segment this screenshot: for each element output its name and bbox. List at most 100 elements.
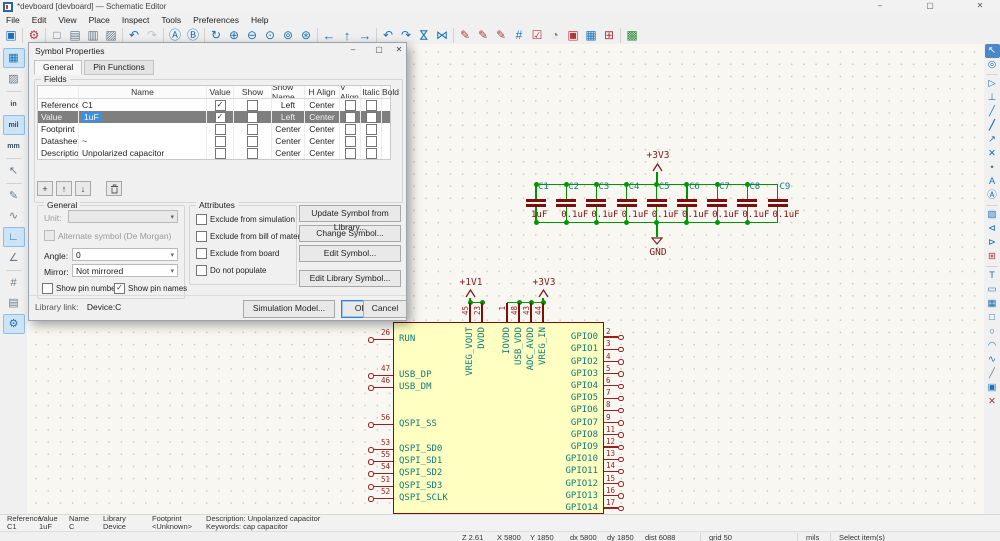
show-pin-numbers-checkbox[interactable]: Show pin numbers — [42, 283, 122, 294]
field-value[interactable]: Unpolarized capacitor — [79, 147, 207, 159]
move-up-button[interactable]: ↑ — [56, 181, 72, 196]
add-netclass-icon[interactable]: Ⓐ — [985, 189, 1000, 203]
dialog-title-bar[interactable]: Symbol Properties – ▢ ✕ — [29, 43, 406, 59]
minimize-button[interactable]: – — [867, 1, 893, 10]
mirror-select[interactable]: Not mirrored▾ — [72, 264, 178, 277]
menu-item[interactable]: Help — [245, 15, 274, 25]
add-bus-icon[interactable]: ╱ — [985, 119, 1000, 133]
Footprint[interactable]: Footprint Center Center — [38, 123, 390, 135]
checkbox[interactable] — [366, 136, 377, 147]
field-italic[interactable] — [340, 123, 361, 135]
angle-select[interactable]: 0▾ — [72, 248, 178, 261]
field-v-align[interactable]: Center — [305, 135, 340, 147]
add-label-icon[interactable]: A — [985, 175, 1000, 189]
checkbox[interactable] — [247, 148, 258, 159]
refresh-icon[interactable]: ↻ — [207, 27, 225, 44]
erc-icon[interactable]: ☑ — [528, 27, 546, 44]
zoom-objects-icon[interactable]: ⊚ — [279, 27, 297, 44]
add-text-icon[interactable]: T — [985, 269, 1000, 283]
hidden-pins-icon[interactable]: ✎ — [4, 187, 24, 205]
zoom-fit-icon[interactable]: ⊙ — [261, 27, 279, 44]
menu-item[interactable]: Tools — [155, 15, 187, 25]
field-show-name[interactable] — [234, 123, 272, 135]
save-icon[interactable]: ▣ — [2, 27, 20, 44]
field-value[interactable] — [79, 123, 207, 135]
checkbox[interactable] — [196, 214, 207, 225]
symbol-action-button[interactable]: Edit Symbol... — [299, 245, 401, 262]
find-icon[interactable]: Ⓐ — [166, 27, 184, 44]
checkbox[interactable] — [247, 100, 258, 111]
units-inches-icon[interactable]: in — [4, 95, 24, 113]
delete-field-button[interactable] — [106, 181, 122, 196]
hierarchy-navigator-icon[interactable]: ▤ — [4, 294, 24, 312]
checkbox[interactable] — [345, 148, 356, 159]
add-power-icon[interactable]: ⊥ — [985, 91, 1000, 105]
Datasheet[interactable]: Datasheet ~ Center Center — [38, 135, 390, 147]
checkbox[interactable] — [366, 100, 377, 111]
checkbox[interactable] — [345, 112, 356, 123]
close-button[interactable]: ✕ — [967, 1, 993, 10]
rotate-cw-icon[interactable]: ↷ — [397, 27, 415, 44]
field-show-name[interactable] — [234, 111, 272, 123]
undo-icon[interactable]: ↶ — [125, 27, 143, 44]
checkbox[interactable] — [215, 100, 226, 111]
checkbox[interactable] — [196, 248, 207, 259]
field-value[interactable]: C1 — [79, 99, 207, 111]
redo-icon[interactable]: ↷ — [143, 27, 161, 44]
checkbox[interactable] — [215, 136, 226, 147]
maximize-button[interactable]: ▢ — [917, 1, 943, 10]
field-italic[interactable] — [340, 99, 361, 111]
checkbox[interactable] — [345, 136, 356, 147]
field-italic[interactable] — [340, 111, 361, 123]
tab-pin-functions[interactable]: Pin Functions — [84, 60, 154, 75]
delete-tool-icon[interactable]: ✕ — [985, 395, 1000, 409]
field-show-name[interactable] — [234, 147, 272, 159]
add-hier-sheet-icon[interactable]: ▧ — [985, 208, 1000, 222]
add-hier-label-icon[interactable]: ⊲ — [985, 222, 1000, 236]
menu-item[interactable]: Inspect — [116, 15, 155, 25]
field-bold[interactable] — [361, 147, 382, 159]
highlight-net-icon[interactable]: ◎ — [985, 58, 1000, 72]
add-rectangle-icon[interactable]: □ — [985, 311, 1000, 325]
menu-item[interactable]: File — [0, 15, 26, 25]
show-grid-icon[interactable]: ▦ — [3, 48, 25, 68]
show-pin-names-checkbox[interactable]: Show pin names — [114, 283, 187, 294]
field-value[interactable]: 1uF — [79, 111, 207, 123]
checkbox[interactable] — [247, 136, 258, 147]
field-italic[interactable] — [340, 135, 361, 147]
checkbox[interactable] — [345, 124, 356, 135]
add-junction-icon[interactable]: • — [985, 161, 1000, 175]
simulation-model-button[interactable]: Simulation Model... — [243, 300, 335, 318]
field-show[interactable] — [207, 99, 234, 111]
add-field-button[interactable]: + — [37, 181, 53, 196]
find-replace-icon[interactable]: Ⓑ — [184, 27, 202, 44]
checkbox[interactable] — [215, 112, 226, 123]
dialog-close-button[interactable]: ✕ — [391, 45, 407, 54]
line-mode-free-icon[interactable]: ∿ — [4, 207, 24, 225]
move-down-button[interactable]: ↓ — [75, 181, 91, 196]
menu-item[interactable]: Preferences — [187, 15, 245, 25]
add-bezier-icon[interactable]: ∿ — [985, 353, 1000, 367]
zoom-selection-icon[interactable]: ⊛ — [297, 27, 315, 44]
tab-general[interactable]: General — [34, 60, 82, 75]
properties-panel-icon[interactable]: ⚙ — [3, 314, 25, 334]
field-show[interactable] — [207, 111, 234, 123]
symbol-fields-table-icon[interactable]: ▦ — [582, 27, 600, 44]
field-h-align[interactable]: Left — [272, 99, 305, 111]
pcb-editor-icon[interactable]: ▩ — [623, 27, 641, 44]
add-bus-entry-icon[interactable]: ↗ — [985, 133, 1000, 147]
add-global-label-icon[interactable]: ⊳ — [985, 236, 1000, 250]
print-icon[interactable]: ▤ — [66, 27, 84, 44]
add-circle-icon[interactable]: ○ — [985, 325, 1000, 339]
checkbox[interactable] — [114, 283, 125, 294]
add-image-icon[interactable]: ▣ — [985, 381, 1000, 395]
symbol-action-button[interactable]: Update Symbol from Library... — [299, 205, 401, 222]
dialog-maximize-button[interactable]: ▢ — [371, 45, 387, 54]
add-arc-icon[interactable]: ◠ — [985, 339, 1000, 353]
nav-forward-icon[interactable]: → — [356, 27, 374, 44]
field-show[interactable] — [207, 135, 234, 147]
dialog-minimize-button[interactable]: – — [345, 45, 361, 54]
rotate-ccw-icon[interactable]: ↶ — [379, 27, 397, 44]
field-bold[interactable] — [361, 123, 382, 135]
field-h-align[interactable]: Center — [272, 135, 305, 147]
